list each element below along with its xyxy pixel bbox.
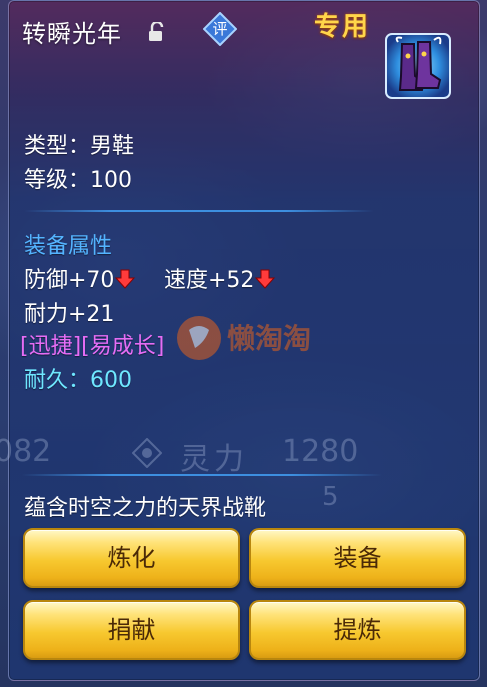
exclusive-label: 专用 xyxy=(314,12,371,42)
review-badge[interactable]: 评 xyxy=(202,11,238,47)
svg-text:懒淘淘: 懒淘淘 xyxy=(227,322,311,355)
item-icon-slot[interactable] xyxy=(384,32,452,100)
watermark-logo: 懒淘淘 xyxy=(177,316,311,360)
section-divider xyxy=(24,210,374,212)
item-name: 转瞬光年 xyxy=(22,20,122,48)
durability-stat: 耐久：600 xyxy=(24,368,132,393)
boots-item-icon xyxy=(385,33,451,99)
speed-value: 速度+52 xyxy=(164,268,255,293)
review-badge-label: 评 xyxy=(212,20,228,38)
section-divider xyxy=(22,474,382,476)
item-type: 类型：男鞋 xyxy=(24,134,135,159)
defense-stat: 防御+70 xyxy=(24,262,136,294)
defense-value: 防御+70 xyxy=(24,268,115,293)
background-spirit-icon xyxy=(132,438,162,468)
unlocked-padlock-icon[interactable] xyxy=(148,22,166,42)
item-level: 等级：100 xyxy=(24,168,132,193)
watermark: 懒淘淘 xyxy=(175,308,345,368)
background-spirit-label: 灵力 xyxy=(180,442,248,477)
equip-button[interactable]: 装备 xyxy=(249,528,466,588)
item-description-text: 蕴含时空之力的天界战靴 xyxy=(24,496,267,521)
donate-button[interactable]: 捐献 xyxy=(23,600,240,660)
special-tags: [迅捷][易成长] xyxy=(20,334,165,359)
background-number-left: 082 xyxy=(0,434,52,469)
red-down-arrow-icon xyxy=(115,269,136,289)
background-number-right: 5 xyxy=(322,482,339,512)
endurance-stat: 耐力+21 xyxy=(24,302,115,327)
speed-stat: 速度+52 xyxy=(164,262,276,294)
red-down-arrow-icon xyxy=(255,269,276,289)
extract-button[interactable]: 提炼 xyxy=(249,600,466,660)
background-spirit-value: 1280 xyxy=(282,434,359,469)
attributes-section-title: 装备属性 xyxy=(24,234,113,259)
refine-button[interactable]: 炼化 xyxy=(23,528,240,588)
